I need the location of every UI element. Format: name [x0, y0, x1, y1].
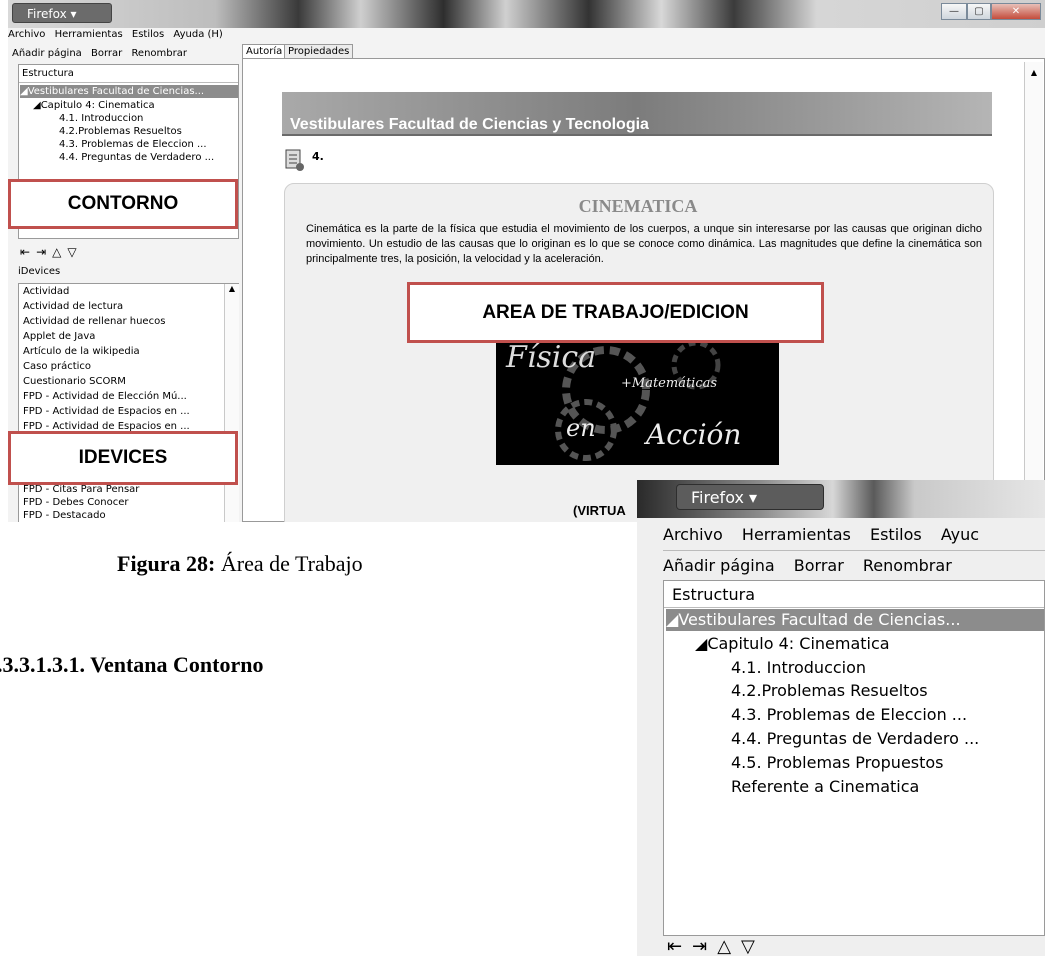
idevice-item[interactable]: Actividad: [23, 285, 69, 298]
idevices-scrollbar[interactable]: ▲: [224, 284, 239, 522]
title-bar: [8, 0, 1045, 28]
tree-node-chapter[interactable]: ◢Capitulo 4: Cinematica: [33, 99, 155, 112]
idevice-item[interactable]: FPD - Destacado: [23, 509, 106, 522]
zoom-tree-node-referente[interactable]: Referente a Cinematica: [731, 776, 919, 798]
zoom-menu-archivo[interactable]: Archivo: [663, 525, 723, 544]
site-banner: Vestibulares Facultad de Ciencias y Tecn…: [282, 92, 992, 136]
add-page-button[interactable]: Añadir página: [12, 48, 82, 59]
move-up-icon[interactable]: △: [717, 936, 741, 956]
outline-toolbar: Añadir página Borrar Renombrar: [8, 44, 238, 64]
demote-icon[interactable]: ⇥: [692, 936, 717, 956]
zoom-nav-buttons: ⇤⇥△▽: [667, 938, 765, 956]
move-down-icon[interactable]: ▽: [67, 245, 82, 259]
article-title: CINEMATICA: [578, 196, 698, 216]
menu-ayuda[interactable]: Ayuda (H): [173, 29, 222, 40]
idevices-header: iDevices: [18, 266, 61, 277]
menu-herramientas[interactable]: Herramientas: [55, 29, 123, 40]
outline-nav-buttons: ⇤⇥△▽: [20, 245, 83, 259]
minimize-button[interactable]: —: [941, 3, 967, 20]
zoom-menu-herramientas[interactable]: Herramientas: [742, 525, 851, 544]
idevice-item[interactable]: Cuestionario SCORM: [23, 375, 126, 388]
callout-workarea: AREA DE TRABAJO/EDICION: [407, 282, 824, 343]
tab-autoria[interactable]: Autoría: [242, 44, 287, 59]
expand-triangle-icon: ◢: [33, 100, 41, 111]
move-down-icon[interactable]: ▽: [741, 936, 765, 956]
idevices-list: Actividad Actividad de lectura Actividad…: [18, 283, 239, 522]
zoom-toolbar: Añadir página Borrar Renombrar: [637, 552, 1045, 580]
idevice-item[interactable]: Actividad de rellenar huecos: [23, 315, 165, 328]
promote-icon[interactable]: ⇤: [667, 936, 692, 956]
expand-triangle-icon: ◢: [666, 610, 679, 629]
idevice-item[interactable]: FPD - Debes Conocer: [23, 496, 129, 509]
zoom-tree-node-4-4[interactable]: 4.4. Preguntas de Verdadero ...: [731, 728, 979, 750]
zoomed-outline-window: Firefox ▾ Archivo Herramientas Estilos A…: [637, 480, 1045, 956]
zoom-menu-estilos[interactable]: Estilos: [870, 525, 922, 544]
logo-word-matematicas: +Matemáticas: [621, 376, 718, 391]
logo-word-en: en: [566, 414, 596, 442]
editor-scrollbar[interactable]: ▲: [1024, 62, 1043, 522]
node-number: 4.: [312, 150, 324, 163]
figure-caption: Figura 28: Área de Trabajo: [117, 551, 363, 577]
tab-propiedades[interactable]: Propiedades: [284, 44, 354, 59]
tree-node-root[interactable]: ◢Vestibulares Facultad de Ciencias...: [20, 85, 238, 98]
tree-node-4-2[interactable]: 4.2.Problemas Resueltos: [59, 125, 182, 138]
idevice-item[interactable]: Applet de Java: [23, 330, 95, 343]
demote-icon[interactable]: ⇥: [36, 245, 52, 259]
chevron-down-icon: ▾: [743, 488, 758, 507]
zoom-tree-node-4-1[interactable]: 4.1. Introduccion: [731, 657, 866, 679]
idevice-item[interactable]: Caso práctico: [23, 360, 91, 373]
promote-icon[interactable]: ⇤: [20, 245, 36, 259]
firefox-menu-button[interactable]: Firefox ▾: [12, 3, 112, 23]
outline-header: Estructura: [22, 68, 74, 79]
zoom-tree-node-chapter[interactable]: ◢Capitulo 4: Cinematica: [695, 633, 890, 655]
tree-node-4-3[interactable]: 4.3. Problemas de Eleccion ...: [59, 138, 207, 151]
zoom-rename-button[interactable]: Renombrar: [863, 556, 952, 575]
zoom-outline-header: Estructura: [672, 585, 756, 604]
zoom-add-page-button[interactable]: Añadir página: [663, 556, 775, 575]
zoom-delete-button[interactable]: Borrar: [794, 556, 844, 575]
scroll-up-icon: ▲: [1030, 68, 1038, 77]
tree-node-4-4[interactable]: 4.4. Preguntas de Verdadero ...: [59, 151, 214, 164]
idevice-item[interactable]: FPD - Actividad de Espacios en ...: [23, 405, 190, 418]
caption-label: Figura 28:: [117, 551, 216, 576]
close-button[interactable]: ✕: [991, 3, 1041, 20]
rename-button[interactable]: Renombrar: [131, 48, 187, 59]
delete-button[interactable]: Borrar: [91, 48, 122, 59]
callout-contorno: CONTORNO: [8, 179, 238, 229]
tree-node-4-1[interactable]: 4.1. Introduccion: [59, 112, 143, 125]
menu-archivo[interactable]: Archivo: [8, 29, 45, 40]
zoom-tree-node-root[interactable]: ◢Vestibulares Facultad de Ciencias...: [666, 609, 1044, 631]
article-paragraph: Cinemática es la parte de la física que …: [306, 223, 982, 265]
expand-triangle-icon: ◢: [695, 634, 708, 653]
zoom-menu-ayuda[interactable]: Ayuc: [941, 525, 979, 544]
logo-word-accion: Acción: [646, 418, 742, 451]
zoom-tree-node-4-3[interactable]: 4.3. Problemas de Eleccion ...: [731, 704, 967, 726]
firefox-button-label: Firefox: [27, 7, 67, 21]
idevice-item[interactable]: Actividad de lectura: [23, 300, 123, 313]
menu-estilos[interactable]: Estilos: [132, 29, 164, 40]
node-icon: [284, 148, 304, 171]
bottom-text: (VIRTUA: [573, 503, 626, 518]
idevice-item[interactable]: FPD - Actividad de Elección Mú...: [23, 390, 187, 403]
zoom-outline-panel: Estructura ◢Vestibulares Facultad de Cie…: [663, 580, 1045, 936]
menu-bar: Archivo Herramientas Estilos Ayuda (H): [8, 28, 1045, 41]
zoom-tree-node-4-5[interactable]: 4.5. Problemas Propuestos: [731, 752, 944, 774]
section-heading: 2.3.3.1.3.1. Ventana Contorno: [0, 652, 264, 677]
expand-triangle-icon: ◢: [20, 86, 28, 97]
zoom-tree-node-4-2[interactable]: 4.2.Problemas Resueltos: [731, 680, 928, 702]
idevice-item[interactable]: Artículo de la wikipedia: [23, 345, 140, 358]
maximize-button[interactable]: ▢: [967, 3, 991, 20]
caption-text: Área de Trabajo: [215, 551, 363, 576]
logo-word-fisica: Física: [506, 340, 597, 375]
zoom-firefox-button[interactable]: Firefox ▾: [676, 484, 824, 510]
exe-screenshot: Firefox ▾ — ▢ ✕ Archivo Herramientas Est…: [8, 0, 1045, 522]
fisica-logo-image: Física +Matemáticas en Acción: [496, 330, 779, 465]
move-up-icon[interactable]: △: [52, 245, 67, 259]
zoom-menu-bar: Archivo Herramientas Estilos Ayuc: [637, 522, 1045, 548]
chevron-down-icon: ▾: [70, 7, 77, 21]
callout-idevices: IDEVICES: [8, 431, 238, 485]
